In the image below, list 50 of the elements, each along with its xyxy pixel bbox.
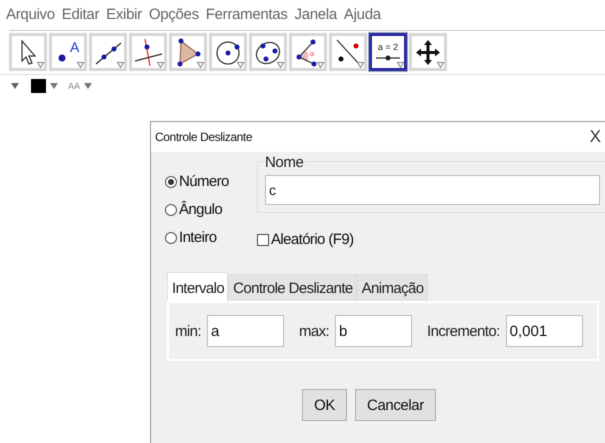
perpendicular-tool-icon xyxy=(133,37,163,67)
caret-icon xyxy=(437,62,444,68)
tab[interactable]: Controle Deslizante xyxy=(228,274,357,301)
caret-icon xyxy=(237,62,244,68)
field-label: max: xyxy=(298,322,330,340)
font-size-button[interactable]: AA xyxy=(68,81,80,91)
menu-item[interactable]: Janela xyxy=(294,6,337,26)
field-label: Incremento: xyxy=(427,322,500,340)
input-field[interactable]: a xyxy=(206,315,284,347)
menu-item[interactable]: Ferramentas xyxy=(206,6,288,26)
tab[interactable]: Intervalo xyxy=(167,272,228,301)
input-field[interactable]: b xyxy=(335,315,412,347)
input-field[interactable]: 0,001 xyxy=(506,315,583,347)
dialog-button[interactable]: Cancelar xyxy=(355,389,436,421)
window-title: Controle Deslizante xyxy=(155,130,252,144)
name-field[interactable]: c xyxy=(265,175,600,205)
radio-option[interactable]: Ângulo xyxy=(165,201,257,218)
caret-icon xyxy=(157,62,164,68)
menu-item[interactable]: Arquivo xyxy=(6,6,55,26)
color-swatch[interactable] xyxy=(31,79,46,93)
close-button[interactable]: X xyxy=(590,127,601,147)
field-label: min: xyxy=(175,322,201,340)
tool-button[interactable] xyxy=(209,33,247,71)
caret-icon[interactable] xyxy=(84,83,92,89)
random-checkbox[interactable]: Aleatório (F9) xyxy=(257,231,605,248)
menu-item[interactable]: Exibir xyxy=(106,6,142,26)
tab[interactable]: Animação xyxy=(356,274,428,301)
caret-icon[interactable] xyxy=(11,83,19,89)
tool-button[interactable] xyxy=(89,33,127,71)
caret-icon[interactable] xyxy=(50,83,58,89)
menu-item[interactable]: Editar xyxy=(62,6,100,26)
radio-option[interactable]: Número xyxy=(165,173,257,190)
caret-icon xyxy=(357,62,364,68)
tool-button[interactable] xyxy=(409,33,447,71)
tool-button[interactable] xyxy=(169,33,207,71)
caret-icon xyxy=(277,62,284,68)
caret-icon xyxy=(317,62,324,68)
caret-icon xyxy=(397,62,404,68)
dialog-button[interactable]: OK xyxy=(302,389,348,421)
caret-icon xyxy=(197,62,204,68)
menu-item[interactable]: Opções xyxy=(148,6,199,26)
menu-item[interactable]: Ajuda xyxy=(344,6,381,26)
caret-icon xyxy=(117,62,124,68)
radio-option[interactable]: Inteiro xyxy=(165,229,257,246)
tool-button[interactable] xyxy=(329,33,367,71)
tool-button[interactable] xyxy=(9,33,47,71)
tool-button[interactable] xyxy=(129,33,167,71)
caret-icon xyxy=(37,62,44,68)
tool-button[interactable] xyxy=(249,33,287,71)
caret-icon xyxy=(77,62,84,68)
